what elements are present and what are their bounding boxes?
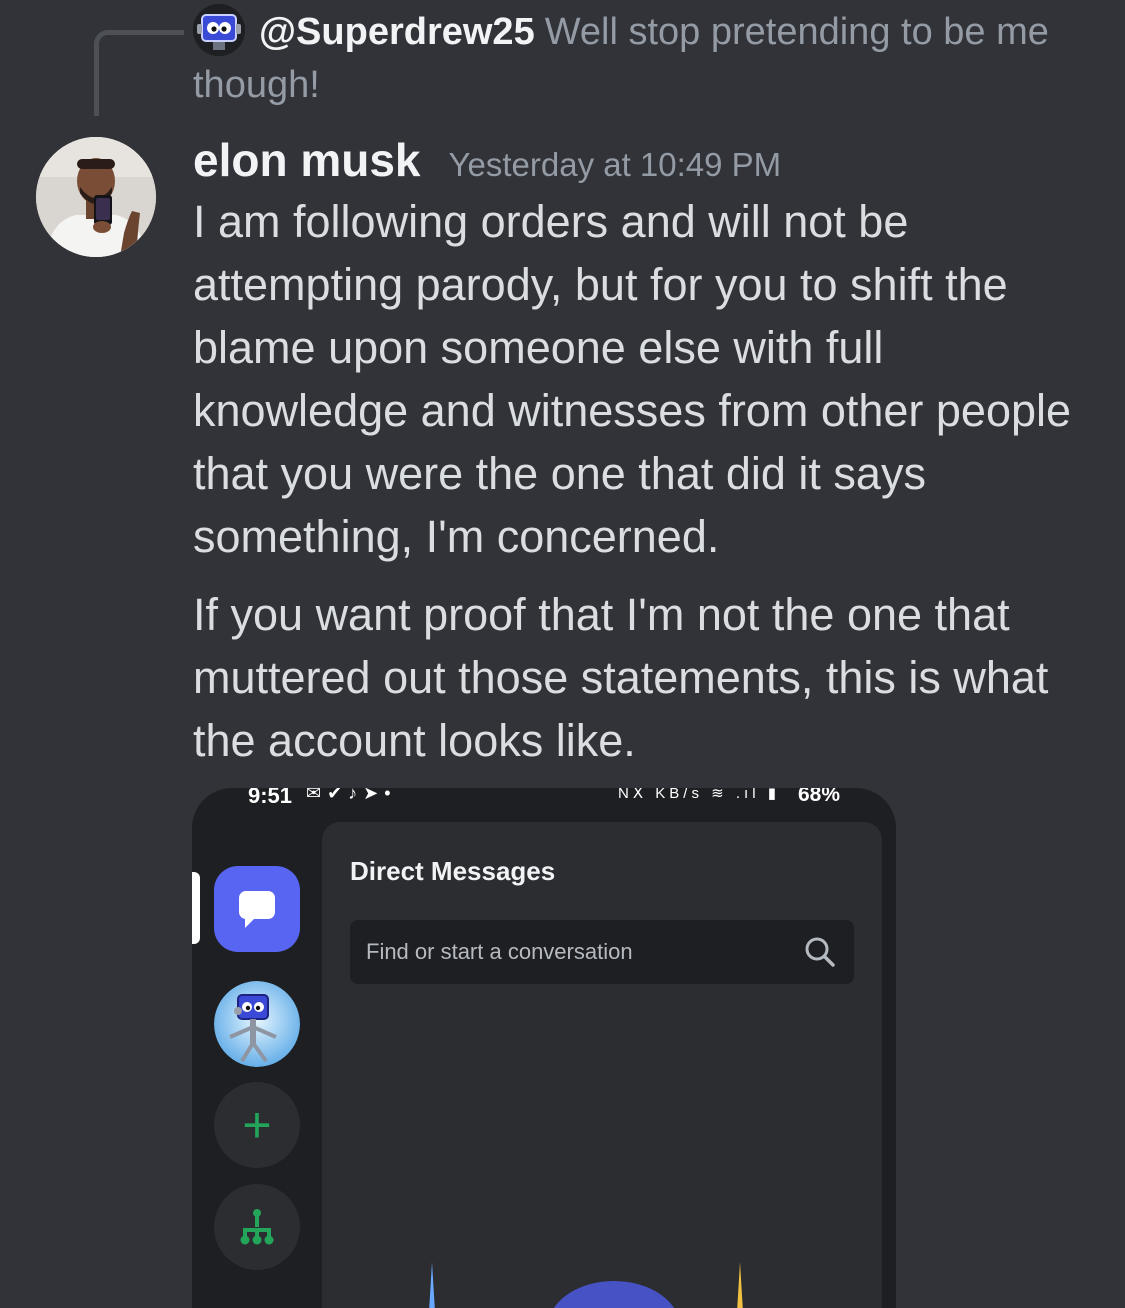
reply-username[interactable]: @Superdrew25	[259, 11, 535, 53]
search-icon[interactable]	[802, 934, 838, 970]
sparkle-decoration	[429, 1262, 435, 1308]
empty-state-graphic	[553, 1281, 675, 1308]
add-server-icon[interactable]: +	[214, 1082, 300, 1168]
reply-preview[interactable]: @Superdrew25 Well stop pretending to be m…	[193, 6, 1098, 112]
battery-level: 68%	[798, 788, 841, 806]
image-attachment[interactable]: 9:51 ✉✔♪➤• NⅩ KB/s ≋ .ıl ▮ 68% + Direct …	[192, 788, 896, 1308]
sparkle-decoration	[737, 1262, 743, 1308]
network-speed: KB/s	[655, 788, 703, 802]
reply-spine	[94, 30, 184, 116]
message-content: I am following orders and will not be at…	[193, 190, 1098, 787]
message-timestamp: Yesterday at 10:49 PM	[448, 146, 782, 183]
status-bar: 9:51 ✉✔♪➤• NⅩ KB/s ≋ .ıl ▮ 68%	[192, 788, 896, 808]
server-robot-icon[interactable]	[214, 981, 300, 1067]
user-avatar-icon[interactable]	[36, 137, 156, 257]
notification-icons: ✉✔♪➤•	[306, 788, 397, 803]
discover-hub-icon[interactable]	[214, 1184, 300, 1270]
conversation-search[interactable]: Find or start a conversation	[350, 920, 854, 984]
direct-messages-icon[interactable]	[214, 866, 300, 952]
message-paragraph: I am following orders and will not be at…	[193, 196, 1072, 562]
server-rail: +	[192, 818, 320, 1308]
system-icons: NⅩ KB/s ≋ .ıl ▮	[618, 788, 780, 802]
search-placeholder: Find or start a conversation	[366, 939, 633, 964]
message-paragraph: If you want proof that I'm not the one t…	[193, 589, 1049, 766]
message-author[interactable]: elon musk	[193, 130, 421, 190]
status-time: 9:51	[248, 788, 293, 808]
message-header: elon musk Yesterday at 10:49 PM	[193, 130, 781, 190]
direct-messages-panel: Direct Messages Find or start a conversa…	[322, 822, 882, 1308]
selected-indicator	[192, 872, 200, 944]
panel-title: Direct Messages	[350, 856, 556, 886]
